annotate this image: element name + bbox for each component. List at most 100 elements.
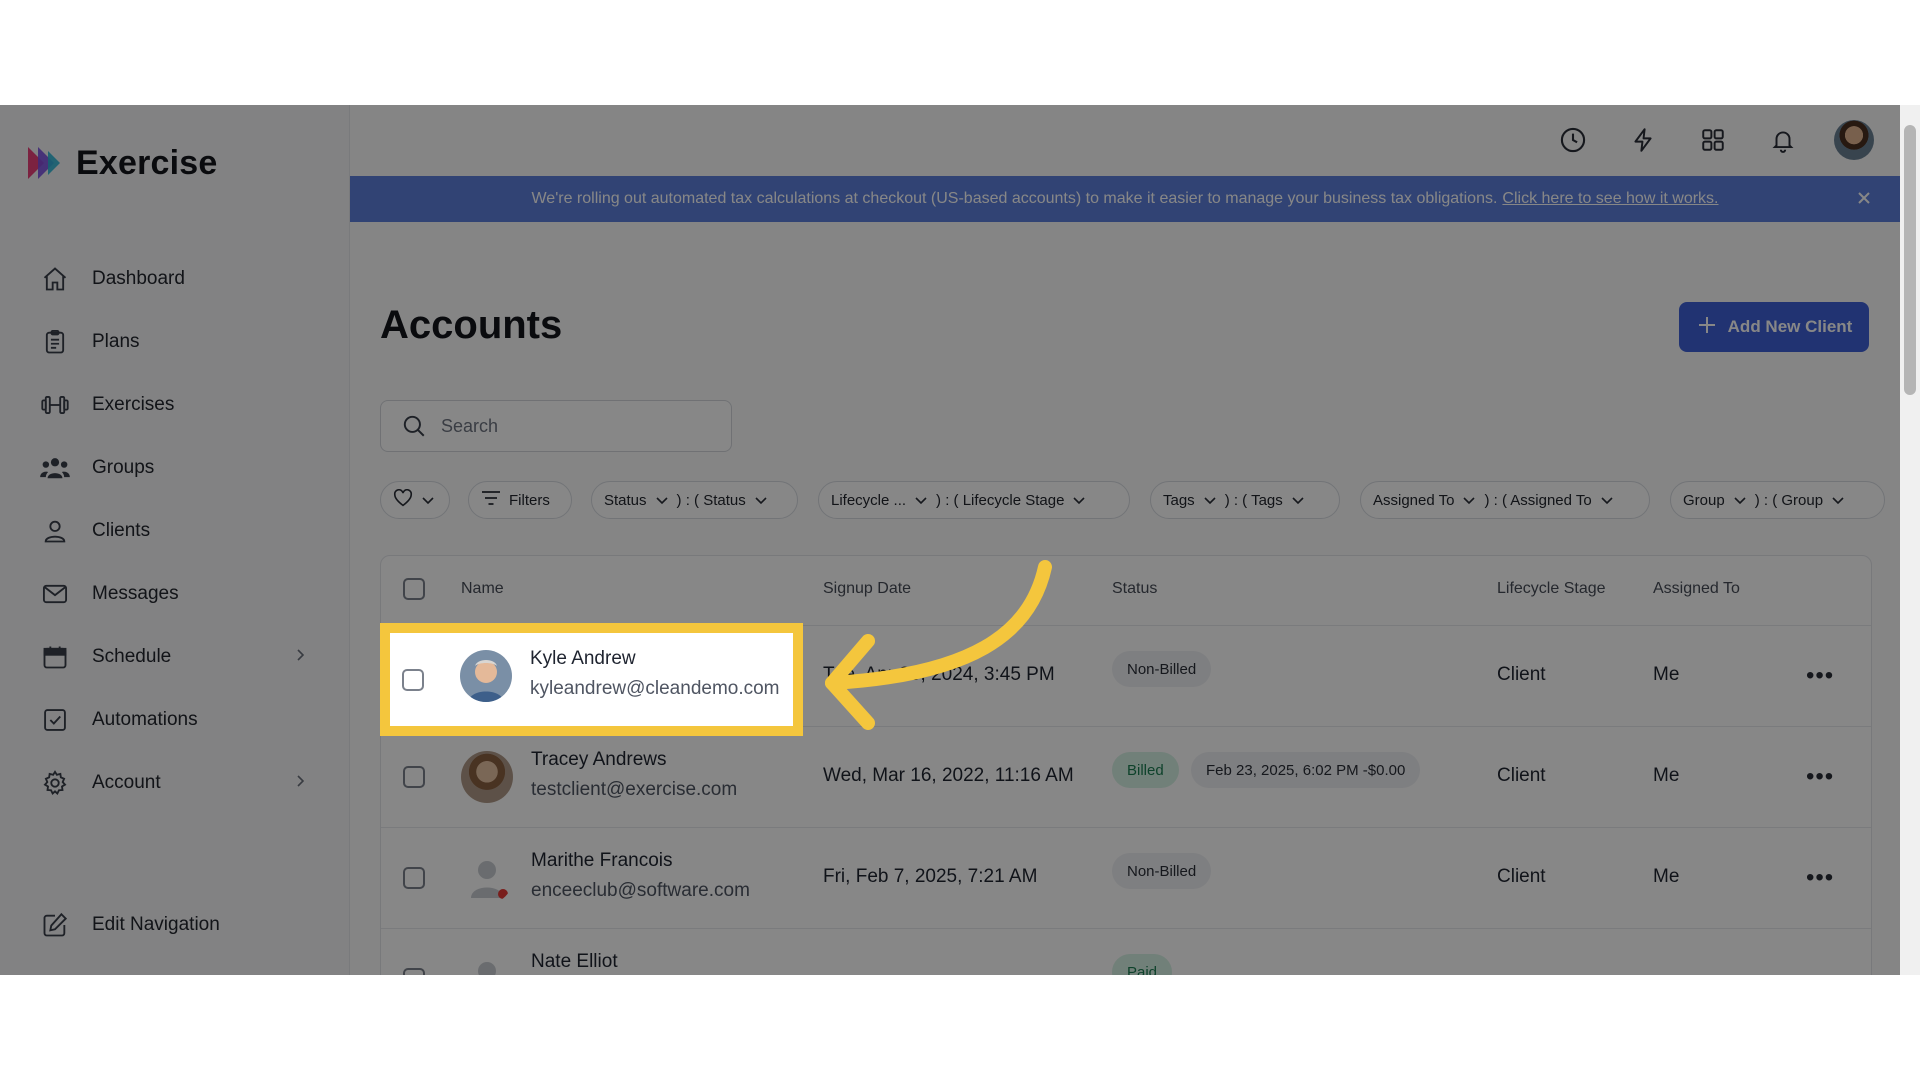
- chevron-down-icon: [421, 493, 435, 507]
- app-frame: Exercise Dashboard Plans Exercises Group…: [0, 105, 1920, 975]
- users-icon: [38, 451, 72, 485]
- highlighted-client-cell[interactable]: Kyle Andrew kyleandrew@cleandemo.com: [380, 623, 803, 736]
- edit-navigation-button[interactable]: Edit Navigation: [38, 905, 220, 945]
- signup-date: Tue, Apr 30, 2024, 3:45 PM: [823, 664, 1055, 685]
- chevron-down-icon: [1072, 493, 1086, 507]
- row-checkbox[interactable]: [403, 968, 425, 975]
- lifecycle-stage: Client: [1497, 664, 1546, 685]
- sidebar-item-account[interactable]: Account: [38, 751, 308, 814]
- sidebar-item-automations[interactable]: Automations: [38, 688, 308, 751]
- assigned-to: Me: [1653, 664, 1680, 685]
- page-scrollbar[interactable]: [1900, 105, 1920, 975]
- client-email: kyleandrew@cleandemo.com: [530, 678, 780, 699]
- tags-filter-label: Tags: [1163, 491, 1195, 509]
- group-filter-label: Group: [1683, 491, 1725, 509]
- sidebar-item-schedule[interactable]: Schedule: [38, 625, 308, 688]
- status-filter[interactable]: Status ) : ( Status: [591, 481, 798, 519]
- column-header-status[interactable]: Status: [1112, 580, 1157, 598]
- chevron-right-icon[interactable]: [292, 773, 308, 794]
- row-checkbox[interactable]: [403, 766, 425, 788]
- close-icon[interactable]: [1854, 188, 1874, 213]
- filters-label: Filters: [509, 491, 550, 509]
- column-header-name[interactable]: Name: [461, 580, 504, 598]
- chevron-right-icon[interactable]: [292, 647, 308, 668]
- table-row[interactable]: Nate Elliot Paid: [381, 929, 1871, 975]
- lifecycle-filter-value: ) : ( Lifecycle Stage: [936, 491, 1065, 509]
- sidebar-item-label: Dashboard: [92, 267, 185, 289]
- accounts-table: Name Signup Date Status Lifecycle Stage …: [380, 555, 1872, 975]
- bell-icon[interactable]: [1765, 122, 1801, 158]
- status-badge: Non-Billed: [1112, 651, 1212, 687]
- client-name[interactable]: Kyle Andrew: [530, 648, 636, 670]
- sidebar-item-plans[interactable]: Plans: [38, 310, 308, 373]
- assigned-to: Me: [1653, 866, 1680, 887]
- sidebar-item-label: Clients: [92, 519, 151, 541]
- more-options-icon[interactable]: •••: [1806, 662, 1834, 690]
- client-name[interactable]: Marithe Francois: [531, 850, 673, 872]
- clock-icon[interactable]: [1555, 122, 1591, 158]
- status-badge: Non-Billed: [1112, 853, 1212, 889]
- column-header-assigned-to[interactable]: Assigned To: [1653, 580, 1740, 598]
- assigned-filter-value: ) : ( Assigned To: [1484, 491, 1592, 509]
- billing-date-badge: Feb 23, 2025, 6:02 PM -$0.00: [1191, 752, 1421, 788]
- logo[interactable]: Exercise: [24, 143, 218, 183]
- sidebar-item-label: Account: [92, 771, 161, 793]
- sidebar-item-groups[interactable]: Groups: [38, 436, 308, 499]
- user-icon: [38, 514, 72, 548]
- scrollbar-thumb[interactable]: [1904, 125, 1916, 395]
- row-checkbox[interactable]: [402, 669, 424, 691]
- filter-lines-icon: [481, 490, 501, 510]
- sidebar-item-label: Groups: [92, 456, 155, 478]
- client-name[interactable]: Tracey Andrews: [531, 749, 667, 771]
- banner-link[interactable]: Click here to see how it works.: [1502, 190, 1718, 208]
- filters-button[interactable]: Filters: [468, 481, 572, 519]
- signup-date: Fri, Feb 7, 2025, 7:21 AM: [823, 866, 1038, 887]
- table-row[interactable]: Tracey Andrews testclient@exercise.com W…: [381, 727, 1871, 828]
- row-checkbox[interactable]: [403, 867, 425, 889]
- apps-grid-icon[interactable]: [1695, 122, 1731, 158]
- tags-filter-value: ) : ( Tags: [1224, 491, 1283, 509]
- avatar-placeholder: [461, 953, 513, 975]
- edit-icon: [38, 908, 72, 942]
- lifecycle-filter[interactable]: Lifecycle ... ) : ( Lifecycle Stage: [818, 481, 1130, 519]
- table-row[interactable]: Marithe Francois enceeclub@software.com …: [381, 828, 1871, 929]
- banner-text: We're rolling out automated tax calculat…: [531, 190, 1498, 207]
- clipboard-icon: [38, 325, 72, 359]
- client-email: enceeclub@software.com: [531, 880, 750, 901]
- lifecycle-filter-label: Lifecycle ...: [831, 491, 907, 509]
- tags-filter[interactable]: Tags ) : ( Tags: [1150, 481, 1340, 519]
- chevron-down-icon: [1600, 493, 1614, 507]
- edit-navigation-label: Edit Navigation: [92, 914, 220, 935]
- logo-icon: [28, 147, 60, 179]
- home-icon: [38, 262, 72, 296]
- sidebar-item-dashboard[interactable]: Dashboard: [38, 247, 308, 310]
- sidebar-item-label: Plans: [92, 330, 140, 352]
- add-new-client-label: Add New Client: [1727, 317, 1853, 336]
- sidebar: Exercise Dashboard Plans Exercises Group…: [0, 105, 350, 975]
- select-all-checkbox[interactable]: [403, 578, 425, 600]
- search-input[interactable]: [439, 414, 713, 438]
- favorites-filter[interactable]: [380, 481, 450, 519]
- client-email: testclient@exercise.com: [531, 779, 738, 800]
- more-options-icon[interactable]: •••: [1806, 763, 1834, 791]
- search-box: [380, 400, 732, 452]
- lightning-icon[interactable]: [1625, 122, 1661, 158]
- user-avatar[interactable]: [1834, 120, 1874, 160]
- more-options-icon[interactable]: •••: [1806, 864, 1834, 892]
- client-name[interactable]: Nate Elliot: [531, 951, 618, 973]
- sidebar-item-messages[interactable]: Messages: [38, 562, 308, 625]
- group-filter[interactable]: Group ) : ( Group: [1670, 481, 1885, 519]
- chevron-down-icon: [1291, 493, 1305, 507]
- assigned-filter-label: Assigned To: [1373, 491, 1455, 509]
- column-header-lifecycle-stage[interactable]: Lifecycle Stage: [1497, 580, 1606, 598]
- calendar-icon: [38, 640, 72, 674]
- add-new-client-button[interactable]: Add New Client: [1679, 302, 1869, 352]
- sidebar-item-exercises[interactable]: Exercises: [38, 373, 308, 436]
- column-header-signup-date[interactable]: Signup Date: [823, 580, 911, 598]
- assigned-to-filter[interactable]: Assigned To ) : ( Assigned To: [1360, 481, 1650, 519]
- sidebar-item-clients[interactable]: Clients: [38, 499, 308, 562]
- avatar-placeholder: [461, 852, 513, 904]
- sidebar-nav: Dashboard Plans Exercises Groups Clients…: [38, 247, 308, 814]
- chevron-down-icon: [1462, 493, 1476, 507]
- assigned-to: Me: [1653, 765, 1680, 786]
